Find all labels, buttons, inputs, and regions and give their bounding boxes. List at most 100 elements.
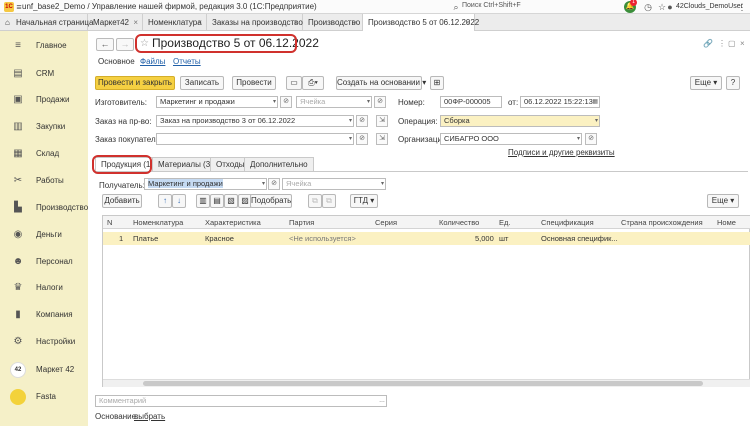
recipient-field[interactable]: Маркетинг и продажи ▾ xyxy=(144,178,267,190)
date-field[interactable]: 06.12.2022 15:22:13 ▦ xyxy=(520,96,600,108)
close-icon[interactable]: × xyxy=(353,14,358,31)
more-button[interactable]: Еще ▾ xyxy=(690,76,722,90)
move-up-icon[interactable]: ↑ xyxy=(158,194,172,208)
create-based-on-button[interactable]: Создать на основании ▾ xyxy=(336,76,426,90)
column-header[interactable]: Ед. xyxy=(499,218,510,227)
open-link-icon[interactable]: ⊘ xyxy=(356,133,368,145)
sidebar-item-sales[interactable]: ▣ Продажи xyxy=(0,88,88,112)
post-button[interactable]: Провести xyxy=(232,76,276,90)
more-options-icon[interactable]: ⋮ xyxy=(718,39,726,48)
maker-field[interactable]: Маркетинг и продажи ▾ xyxy=(156,96,278,108)
sidebar-item-money[interactable]: ◉ Деньги xyxy=(0,223,88,247)
column-header[interactable]: Страна происхождения xyxy=(621,218,703,227)
scrollbar-thumb[interactable] xyxy=(143,381,703,386)
tab-production[interactable]: Производство × xyxy=(303,14,363,31)
report-icon[interactable]: ▭ xyxy=(286,76,302,90)
column-header[interactable]: Спецификация xyxy=(541,218,594,227)
tab-home[interactable]: ⌂ Начальная страница xyxy=(0,14,93,31)
comment-field[interactable]: Комментарий… xyxy=(95,395,387,407)
number-field[interactable]: 00ФР-000005 xyxy=(440,96,502,108)
fill-by-icon[interactable]: ⇲ xyxy=(376,115,388,127)
sidebar-item-staff[interactable]: ☻ Персонал xyxy=(0,250,88,274)
sidebar-item-settings[interactable]: ⚙ Настройки xyxy=(0,330,88,354)
open-link-icon[interactable]: ⊘ xyxy=(374,96,386,108)
column-header[interactable]: Номе xyxy=(717,218,736,227)
operation-field[interactable]: Сборка ▾ xyxy=(440,115,600,127)
subtab-files[interactable]: Файлы xyxy=(140,57,165,66)
sidebar-item-market42[interactable]: 42 Маркет 42 xyxy=(0,358,88,382)
sidebar-item-production[interactable]: ▙ Производство xyxy=(0,196,88,220)
chevron-down-icon[interactable]: ▾ xyxy=(577,134,580,144)
chevron-down-icon[interactable]: ▾ xyxy=(367,97,370,107)
close-icon[interactable]: × xyxy=(133,14,138,31)
column-header[interactable]: Серия xyxy=(375,218,397,227)
history-icon[interactable]: ◷ xyxy=(642,1,654,13)
tab-materials[interactable]: Материалы (3) xyxy=(152,157,219,171)
recipient-cell-field[interactable]: Ячейка ▾ xyxy=(282,178,386,190)
sidebar-item-works[interactable]: ✂ Работы xyxy=(0,169,88,193)
print-icon[interactable]: ⎙▾ xyxy=(302,76,324,90)
user-name[interactable]: 42Clouds_DemoUser xyxy=(676,3,743,10)
chevron-down-icon[interactable]: ▾ xyxy=(595,116,598,126)
sidebar-item-crm[interactable]: ▤ CRM xyxy=(0,62,88,86)
fill-by-icon[interactable]: ⇲ xyxy=(376,133,388,145)
column-header[interactable]: Количество xyxy=(439,218,479,227)
basis-select-link[interactable]: выбрать xyxy=(134,412,165,421)
global-search-input[interactable]: Поиск Ctrl+Shift+F xyxy=(462,2,612,9)
sidebar-item-warehouse[interactable]: ▦ Склад xyxy=(0,142,88,166)
close-icon[interactable]: × xyxy=(293,14,298,31)
sidebar-item-main[interactable]: ≡ Главное xyxy=(0,34,88,58)
cell-field[interactable]: Ячейка ▾ xyxy=(296,96,372,108)
sidebar-item-company[interactable]: ▮ Компания xyxy=(0,303,88,327)
copy-rows-icon[interactable]: ▤ xyxy=(210,194,224,208)
save-button[interactable]: Записать xyxy=(180,76,224,90)
sidebar-item-purchases[interactable]: ▥ Закупки xyxy=(0,115,88,139)
calendar-icon[interactable]: ▦ xyxy=(592,97,598,107)
signatures-link[interactable]: Подписи и другие реквизиты xyxy=(508,148,615,157)
chevron-down-icon[interactable]: ▾ xyxy=(273,97,276,107)
copy-icon[interactable]: ⧉ xyxy=(308,194,322,208)
paste-icon[interactable]: ⧉ xyxy=(322,194,336,208)
sidebar-item-taxes[interactable]: ♛ Налоги xyxy=(0,276,88,300)
open-link-icon[interactable]: ⊘ xyxy=(280,96,292,108)
close-icon[interactable]: × xyxy=(740,39,745,48)
subtab-reports[interactable]: Отчеты xyxy=(173,57,201,66)
close-icon[interactable]: × xyxy=(197,14,202,31)
column-header[interactable]: Партия xyxy=(289,218,314,227)
open-link-icon[interactable]: ⊘ xyxy=(585,133,597,145)
tab-production-orders[interactable]: Заказы на производство × xyxy=(207,14,303,31)
link-icon[interactable]: 🔗 xyxy=(703,39,713,48)
production-order-field[interactable]: Заказ на производство 3 от 06.12.2022 ▾ xyxy=(156,115,354,127)
help-button[interactable]: ? xyxy=(726,76,740,90)
buyer-order-field[interactable]: ▾ xyxy=(156,133,354,145)
forward-button[interactable]: → xyxy=(116,38,134,51)
barcode-icon[interactable]: ▥ xyxy=(196,194,210,208)
structure-icon[interactable]: ⊞ xyxy=(430,76,444,90)
chevron-down-icon[interactable]: ▾ xyxy=(381,179,384,189)
column-header[interactable]: Характеристика xyxy=(205,218,261,227)
add-row-button[interactable]: Добавить xyxy=(102,194,142,208)
column-header[interactable]: Номенклатура xyxy=(133,218,183,227)
chevron-down-icon[interactable]: ▾ xyxy=(349,134,352,144)
gtd-button[interactable]: ГТД ▾ xyxy=(350,194,378,208)
tab-production-5[interactable]: Производство 5 от 06.12.2022 × xyxy=(363,14,479,31)
chevron-down-icon[interactable]: ▾ xyxy=(349,116,352,126)
post-and-close-button[interactable]: Провести и закрыть xyxy=(95,76,175,90)
table-row[interactable]: 1 Платье Красное <Не используется> 5,000… xyxy=(103,232,750,245)
organization-field[interactable]: СИБАГРО ООО ▾ xyxy=(440,133,582,145)
maximize-icon[interactable]: ▢ xyxy=(728,39,736,48)
back-button[interactable]: ← xyxy=(96,38,114,51)
close-icon[interactable]: × xyxy=(465,14,470,31)
sidebar-item-fasta[interactable]: Fasta xyxy=(0,385,88,409)
subtab-main[interactable]: Основное xyxy=(98,57,135,66)
pick-button[interactable]: Подобрать xyxy=(250,194,292,208)
tab-extra[interactable]: Дополнительно xyxy=(244,157,314,171)
paste-rows-icon[interactable]: ▧ xyxy=(224,194,238,208)
tab-market42[interactable]: Маркет42 × xyxy=(88,14,143,31)
column-header[interactable]: N xyxy=(107,218,112,227)
open-link-icon[interactable]: ⊘ xyxy=(268,178,280,190)
expand-icon[interactable]: … xyxy=(379,396,385,406)
move-down-icon[interactable]: ↓ xyxy=(172,194,186,208)
tab-nomenclature[interactable]: Номенклатура × xyxy=(143,14,207,31)
grid-more-button[interactable]: Еще ▾ xyxy=(707,194,739,208)
